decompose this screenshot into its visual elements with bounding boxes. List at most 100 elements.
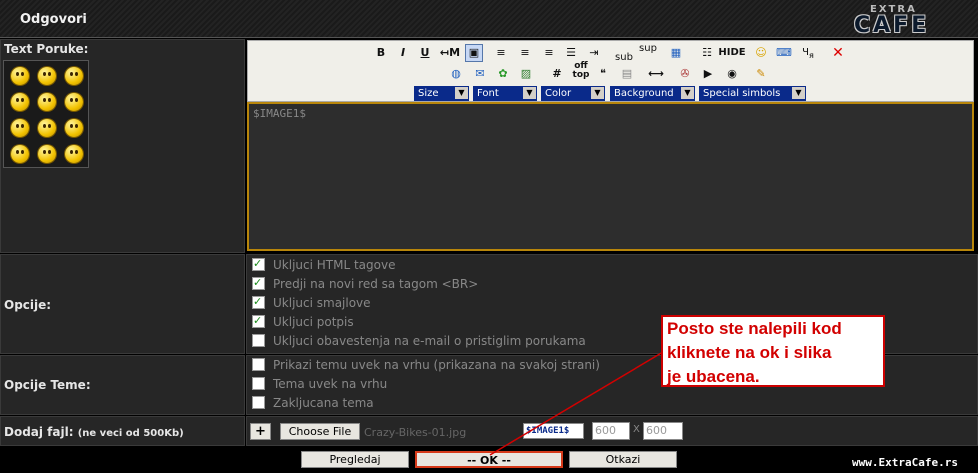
message-textarea[interactable]: $IMAGE1$ [247,102,974,251]
cancel-button[interactable]: Otkazi [569,451,677,468]
image-tag-field[interactable]: $IMAGE1$ [523,423,584,439]
option-label: Ukljuci potpis [273,315,354,329]
option-br-newline[interactable]: Predji na novi red sa tagom <BR> [252,275,478,292]
checkbox[interactable] [252,313,265,329]
logo-main-text: CAFE [854,13,930,38]
background-select-label: Background [614,88,674,99]
option-html-tags[interactable]: Ukljuci HTML tagove [252,256,396,273]
option-label: Prikazi temu uvek na vrhu (prikazana na … [273,358,600,372]
quote-icon[interactable]: ❝ [594,65,612,83]
checkbox[interactable] [252,294,265,310]
option-label: Zakljucana tema [273,396,374,410]
smiley-icon[interactable] [38,145,56,163]
chevron-down-icon: ▼ [591,87,604,99]
smiley-icon[interactable] [65,93,83,111]
translit-icon[interactable]: Чя [799,44,817,62]
option-email-notify[interactable]: Ukljuci obavestenja na e-mail o pristigl… [252,333,586,349]
callout-text-3: je ubacena. [667,367,760,386]
checkbox[interactable] [252,377,265,390]
header-bar: Odgovori EXTRA CAFE [0,0,978,38]
chevron-down-icon: ▼ [681,87,694,99]
font-select[interactable]: Font ▼ [473,86,537,101]
add-file-button[interactable]: + [250,423,271,440]
underline-button[interactable]: U [416,44,434,62]
dodaj-fajl-label: Dodaj fajl: (ne veci od 500Kb) [4,425,184,439]
option-label: Ukljuci obavestenja na e-mail o pristigl… [273,334,586,348]
justify-icon[interactable]: ☰ [562,44,580,62]
extracafe-logo: EXTRA CAFE [854,4,942,38]
choose-file-button[interactable]: Choose File [280,423,360,440]
smiley-icon[interactable] [38,67,56,85]
italic-button[interactable]: I [394,44,412,62]
special-symbols-select[interactable]: Special simbols ▼ [699,86,806,101]
size-select[interactable]: Size ▼ [414,86,469,101]
dodaj-fajl-text: Dodaj fajl: [4,425,74,439]
checkbox[interactable] [252,358,265,371]
smiley-icon[interactable] [65,67,83,85]
flash-icon[interactable]: ✇ [676,65,694,83]
option-smileys[interactable]: Ukljuci smajlove [252,294,371,311]
option-sticky[interactable]: Tema uvek na vrhu [252,376,387,392]
annotation-callout: Posto ste nalepili kod kliknete na ok i … [661,315,885,387]
globe-icon[interactable]: ◍ [447,65,465,83]
highlight-icon[interactable]: ✎ [752,65,770,83]
marquee-button[interactable]: ↤M [438,44,462,62]
size-select-label: Size [418,88,439,99]
hash-button[interactable]: # [548,65,566,83]
preview-button[interactable]: Pregledaj [301,451,409,468]
color-select-label: Color [545,88,572,99]
smiley-icon[interactable] [38,93,56,111]
smiley-icon[interactable] [11,145,29,163]
keyboard-icon[interactable]: ⌨ [775,44,793,62]
align-right-icon[interactable]: ≡ [540,44,558,62]
checkbox[interactable] [252,256,265,272]
superscript-button[interactable]: sup [638,40,658,58]
close-icon[interactable]: ✕ [829,44,847,62]
ok-button[interactable]: -- OK -- [415,451,563,468]
checkbox[interactable] [252,275,265,291]
hr-icon[interactable]: ⟷ [645,65,667,83]
opcije-teme-cell: Opcije Teme: [0,355,245,415]
smiley-icon[interactable] [11,93,29,111]
option-signature[interactable]: Ukljuci potpis [252,313,354,330]
option-locked[interactable]: Zakljucana tema [252,395,374,411]
dodaj-fajl-cell: Dodaj fajl: (ne veci od 500Kb) [0,416,245,446]
background-select[interactable]: Background ▼ [610,86,695,101]
opcije-cell: Opcije: [0,254,245,354]
align-center-icon[interactable]: ≡ [516,44,534,62]
checkbox[interactable] [252,334,265,347]
smiley-icon[interactable] [65,119,83,137]
chevron-down-icon: ▼ [455,87,468,99]
email-icon[interactable]: ✉ [471,65,489,83]
align-left-icon[interactable]: ≡ [492,44,510,62]
code-icon[interactable]: ▤ [618,65,636,83]
picture-icon[interactable]: ▨ [517,65,535,83]
offtop-top-text: top [572,70,590,80]
option-label: Ukljuci HTML tagove [273,258,396,272]
hide-button[interactable]: HIDE [718,44,746,62]
video-icon[interactable]: ▶ [699,65,717,83]
smiley-icon[interactable] [11,67,29,85]
list-icon[interactable]: ☷ [698,44,716,62]
image-icon[interactable]: ▣ [465,44,483,62]
smiley-icon[interactable] [11,119,29,137]
smiley-icon[interactable] [38,119,56,137]
page-title: Odgovori [20,12,87,27]
footer-url: www.ExtraCafe.rs [852,456,958,469]
flower-icon[interactable]: ✿ [494,65,512,83]
smiley-panel [3,60,89,168]
opcije-label: Opcije: [4,298,52,312]
option-sticky-all-pages[interactable]: Prikazi temu uvek na vrhu (prikazana na … [252,357,600,373]
audio-icon[interactable]: ◉ [723,65,741,83]
indent-icon[interactable]: ⇥ [585,44,603,62]
table-icon[interactable]: ▦ [667,44,685,62]
bold-button[interactable]: B [372,44,390,62]
image-height-input[interactable]: 600 [643,422,683,440]
checkbox[interactable] [252,396,265,409]
smiley-insert-icon[interactable]: ☺ [752,44,770,62]
smiley-icon[interactable] [65,145,83,163]
image-width-input[interactable]: 600 [592,422,630,440]
color-select[interactable]: Color ▼ [541,86,605,101]
offtop-button[interactable]: off top [570,62,592,80]
option-label: Ukljuci smajlove [273,296,371,310]
